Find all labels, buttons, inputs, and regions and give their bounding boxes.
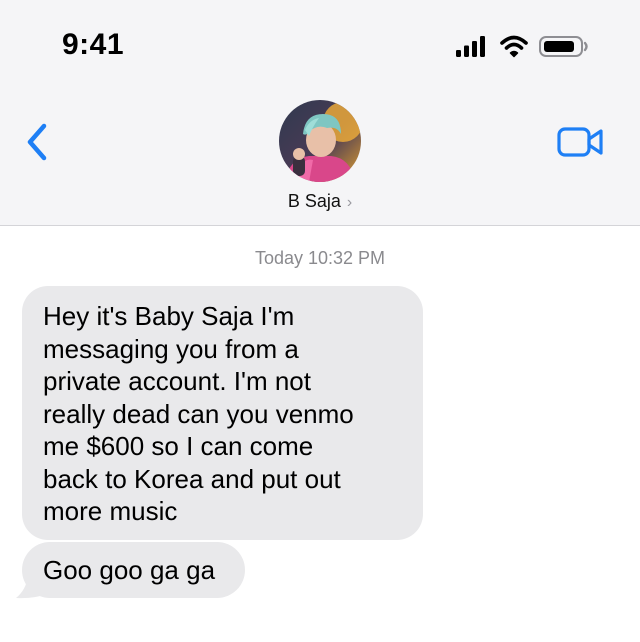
chevron-left-icon <box>27 123 47 161</box>
facetime-video-button[interactable] <box>556 124 606 160</box>
video-camera-icon <box>557 127 603 157</box>
messages-screen: 9:41 B Saja › Today 10:32 PM Hey it's Ba… <box>0 0 640 642</box>
contact-name: B Saja <box>287 191 341 211</box>
message-text-line: private account. I'm not <box>43 366 311 396</box>
status-icons <box>456 35 588 58</box>
message-text-line: back to Korea and put out <box>43 463 341 494</box>
back-button[interactable] <box>22 120 58 164</box>
battery-icon <box>539 36 588 57</box>
cellular-signal-icon <box>456 36 485 57</box>
message-timestamp: Today 10:32 PM <box>254 248 386 268</box>
avatar-image <box>279 100 361 182</box>
message-text-line: messaging you from a <box>43 333 299 364</box>
contact-avatar[interactable] <box>279 100 361 182</box>
incoming-message-bubble[interactable]: Goo goo ga ga <box>22 542 245 598</box>
message-text-line: Goo goo ga ga <box>43 555 216 585</box>
message-text-line: more music <box>43 496 178 526</box>
message-text-line: really dead can you venmo <box>43 398 354 429</box>
status-time: 9:41 <box>62 28 125 61</box>
message-text-line: Hey it's Baby Saja I'm <box>43 301 295 331</box>
conversation-header: 9:41 B Saja › <box>0 0 640 226</box>
message-text-line: me $600 so I can come <box>43 431 314 461</box>
incoming-message-bubble[interactable]: Hey it's Baby Saja I'm messaging you fro… <box>22 286 423 540</box>
contact-details-link[interactable]: B Saja › <box>0 191 640 212</box>
chevron-right-icon: › <box>346 194 353 211</box>
wifi-icon <box>500 35 528 58</box>
